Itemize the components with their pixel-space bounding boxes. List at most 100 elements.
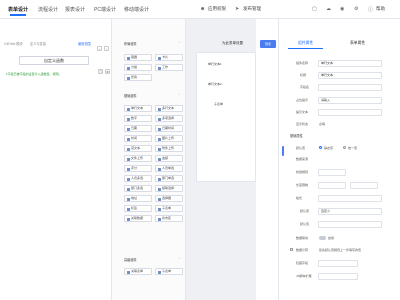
canvas-field[interactable]: 子表单 [214,102,223,106]
cloud-icon[interactable]: ☁ [326,6,331,12]
prop-label: 显示状态 [296,122,309,126]
tip-text: 1字段已被字段的设置计入函数集、规则。 [6,72,62,76]
group-title-basic: 基础组件 [124,94,137,98]
prop-label: 校验规则 [296,170,309,174]
canvas-field[interactable]: 单行文本1 [208,62,222,66]
tab-pc-design[interactable]: PC端设计 [94,6,116,13]
prop-input[interactable] [318,195,382,202]
tab-component-props[interactable]: 组件属性 [287,41,324,49]
section-basic: 基础属性 [290,134,303,138]
component-chip[interactable]: 工作 [155,64,183,71]
prop-input[interactable] [318,109,382,116]
prop-input[interactable]: 单行文本 [318,60,382,67]
component-chip[interactable]: 时间 [124,135,152,142]
prop-value[interactable]: 必填 [319,122,325,126]
component-chip[interactable]: 选择器 [155,195,183,202]
component-chip[interactable]: 分组 [124,64,152,71]
prop-input[interactable] [318,221,382,228]
prop-input[interactable]: 单行文本 [318,72,382,79]
prop-label: JS脚本扩展 [296,274,312,278]
tab-report-design[interactable]: 报表设计 [65,6,85,13]
component-chip[interactable]: 人员单选 [155,165,183,172]
preview-button[interactable]: 预览 [260,40,276,48]
tab-form-design[interactable]: 表单设计 [8,6,28,16]
desktop-icon[interactable]: ▢ [312,6,317,12]
group-title-layout: 布局组件 [124,42,137,46]
component-chip[interactable]: 日期 [124,125,152,132]
component-chip[interactable]: 关联数据 [124,215,152,222]
help-icon: ⓘ [368,7,374,13]
component-chip[interactable]: 富文本 [124,145,152,152]
top-bar: 表单设计 流程设计 报表设计 PC端设计 移动端设计 ☻ 应用权限 ➤ 发布管理… [0,0,400,19]
component-chip[interactable]: 子表单 [155,268,183,275]
prop-label: 格式 [296,196,303,200]
component-chip[interactable]: 图片上传 [155,135,183,142]
component-chip[interactable]: 单行文本 [124,105,152,112]
eye-icon[interactable]: ◉ [340,6,344,12]
component-chip[interactable]: 级联选择 [155,185,183,192]
prop-label: 数据来源 [296,157,309,161]
tab-flow-design[interactable]: 流程设计 [38,6,58,13]
component-chip[interactable]: 容器 [124,54,152,61]
sidetab-definition[interactable]: 定义与变量 [30,41,46,46]
component-chip[interactable]: 多行文本 [155,105,183,112]
chevron-up-icon[interactable]: ⌃ [178,257,181,261]
component-chip[interactable]: 数字 [124,115,152,122]
gear-icon[interactable]: ⚙ [354,6,358,12]
prop-input[interactable] [318,84,382,91]
toggle-switch[interactable] [319,236,326,240]
prop-label: 提示文本 [296,110,309,114]
prop-label: 数据计算 [296,248,309,252]
prop-label: 长度限制 [296,183,309,187]
component-chip[interactable]: 多项选择 [155,115,183,122]
prop-input[interactable] [318,260,358,267]
tab-mobile-design[interactable]: 移动端设计 [124,6,149,13]
component-chip[interactable]: 省市区 [155,215,183,222]
sidetab-module[interactable]: 100%ile 模块 [4,41,23,46]
component-chip[interactable]: 部门多选 [124,185,152,192]
component-chip[interactable]: 部门单选 [155,175,183,182]
prop-input[interactable] [318,182,346,189]
help-link[interactable]: 帮助 [376,6,385,12]
checkbox[interactable] [290,248,293,251]
prop-label: 默认值 [300,222,310,226]
prop-select[interactable] [318,169,346,176]
radio-label: 静态值 [324,146,334,150]
component-chip[interactable]: 评分 [124,165,152,172]
radio-unified[interactable] [343,146,346,149]
custom-function-button[interactable]: 自定义函数 [19,56,89,65]
prop-label: 默认值 [300,209,310,213]
publish-button[interactable]: 发布管理 [243,6,261,12]
app-permission-button[interactable]: 应用权限 [208,6,226,12]
prop-input[interactable]: 请输入 [318,97,382,104]
tab-form-props[interactable]: 表单属性 [350,41,365,46]
add-icon[interactable]: + [97,46,102,51]
component-chip[interactable]: 标签 [124,205,152,212]
prop-input[interactable] [318,273,358,280]
chevron-up-icon[interactable]: ⌃ [178,41,181,45]
component-chip[interactable]: 文件上传 [124,155,152,162]
sidetab-scope[interactable]: 使用范围 [78,41,91,46]
drag-handle[interactable] [282,146,284,156]
component-chip[interactable]: 关联表单 [124,268,152,275]
component-chip[interactable]: 卡片 [155,54,183,61]
canvas-field[interactable]: 单行文本2 [208,82,222,86]
component-chip[interactable]: 金额 [155,155,183,162]
component-chip[interactable]: 折叠 [124,74,152,81]
prop-input[interactable] [350,182,378,189]
prop-label: 标题 [300,73,307,77]
component-chip[interactable]: 地址 [124,195,152,202]
prop-select[interactable]: 自定义 [318,208,382,215]
component-chip[interactable]: 人员多选 [124,175,152,182]
rocket-icon: ➤ [235,6,240,12]
component-chip[interactable]: 附件上传 [155,145,183,152]
person-icon: ☻ [200,6,206,12]
component-chip[interactable]: 日期时间 [155,125,183,132]
component-chip[interactable]: 子表单 [155,205,183,212]
more-icon[interactable]: ⋮ [104,46,109,51]
prop-label: 字段名 [300,85,310,89]
chevron-up-icon[interactable]: ⌃ [178,93,181,97]
radio-static[interactable] [319,146,322,149]
prop-label: 占位提示 [296,98,309,102]
hint-text: 您先默认值规则上一步填写的值 [319,248,362,252]
